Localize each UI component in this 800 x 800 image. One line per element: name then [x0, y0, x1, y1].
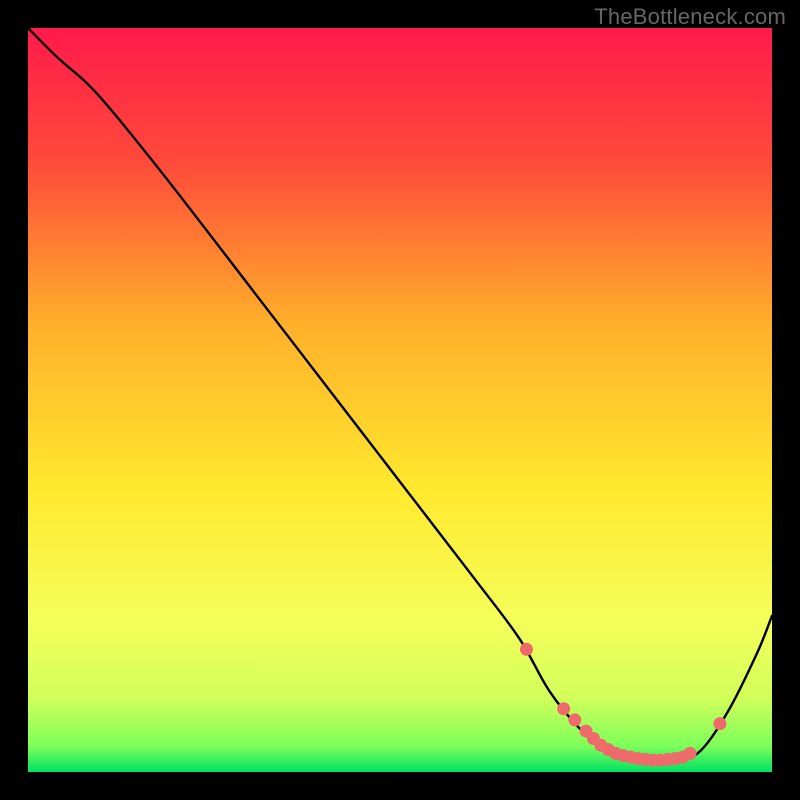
chart-stage: TheBottleneck.com — [0, 0, 800, 800]
marker-dot — [713, 717, 726, 730]
plot-area — [28, 28, 772, 772]
marker-dot — [520, 643, 533, 656]
bottleneck-chart — [28, 28, 772, 772]
watermark-text: TheBottleneck.com — [594, 4, 786, 30]
marker-dot — [557, 702, 570, 715]
gradient-background — [28, 28, 772, 772]
marker-dot — [684, 747, 697, 760]
marker-dot — [568, 713, 581, 726]
